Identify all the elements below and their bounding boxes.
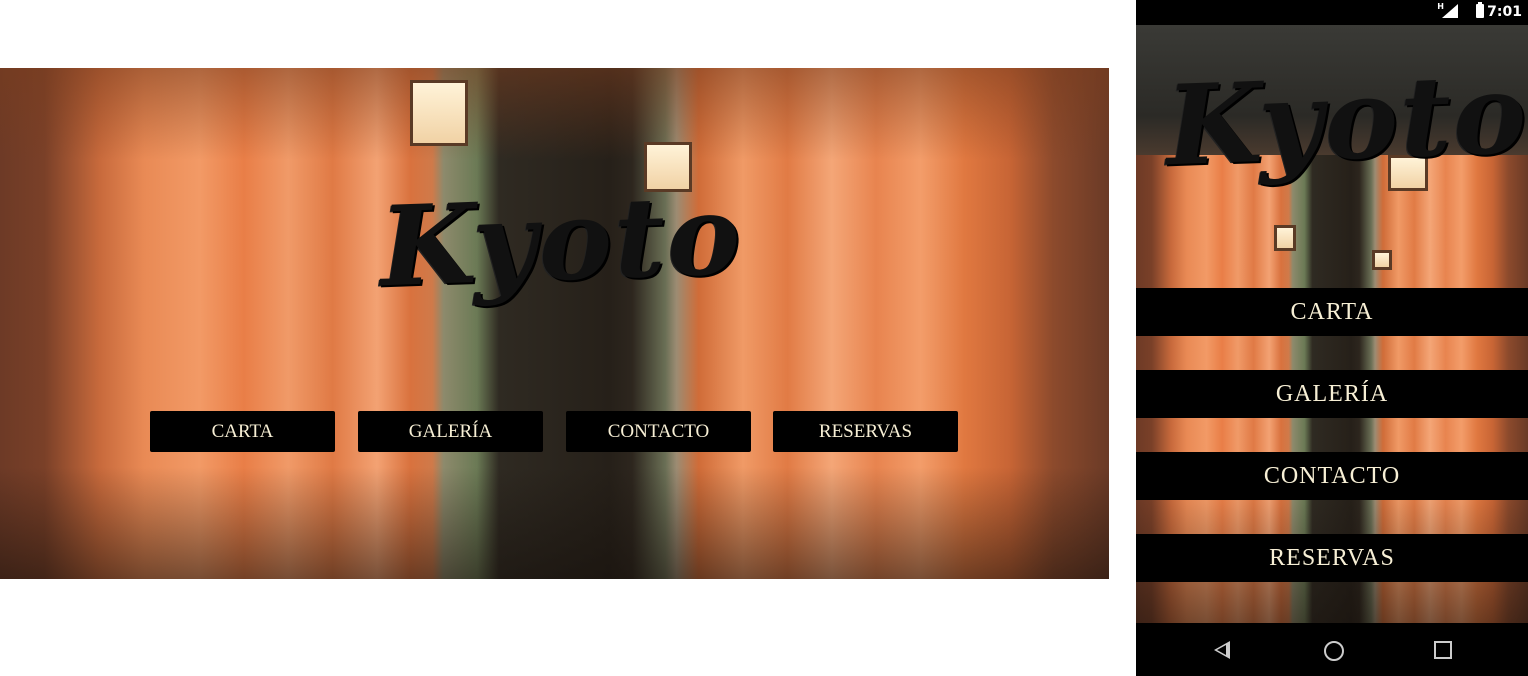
brand-logo: Kyoto (1163, 48, 1528, 191)
lantern-image (1274, 225, 1296, 251)
recent-apps-icon[interactable] (1434, 641, 1452, 659)
nav-button-carta[interactable]: CARTA (150, 411, 335, 452)
nav-button-reservas[interactable]: RESERVAS (1136, 534, 1528, 582)
nav-button-galeria[interactable]: GALERÍA (1136, 370, 1528, 418)
status-bar: H 7:01 (1136, 0, 1528, 25)
signal-icon (1442, 4, 1458, 18)
nav-button-reservas[interactable]: RESERVAS (773, 411, 958, 452)
nav-button-galeria[interactable]: GALERÍA (358, 411, 543, 452)
lantern-image (1372, 250, 1392, 270)
mobile-hero: Kyoto CARTA GALERÍA CONTACTO RESERVAS (1136, 25, 1528, 623)
nav-button-contacto[interactable]: CONTACTO (1136, 452, 1528, 500)
home-icon[interactable] (1324, 641, 1344, 661)
lantern-image (410, 80, 468, 146)
system-navigation-bar (1136, 623, 1528, 676)
brand-logo: Kyoto (377, 169, 745, 312)
desktop-hero: Kyoto CARTA GALERÍA CONTACTO RESERVAS (0, 68, 1109, 579)
nav-button-contacto[interactable]: CONTACTO (566, 411, 751, 452)
status-time: 7:01 (1487, 4, 1522, 20)
mobile-device: H 7:01 Kyoto CARTA GALERÍA CONTACTO RESE… (1136, 0, 1528, 676)
back-icon[interactable] (1214, 641, 1230, 659)
nav-button-carta[interactable]: CARTA (1136, 288, 1528, 336)
battery-icon (1476, 2, 1484, 18)
